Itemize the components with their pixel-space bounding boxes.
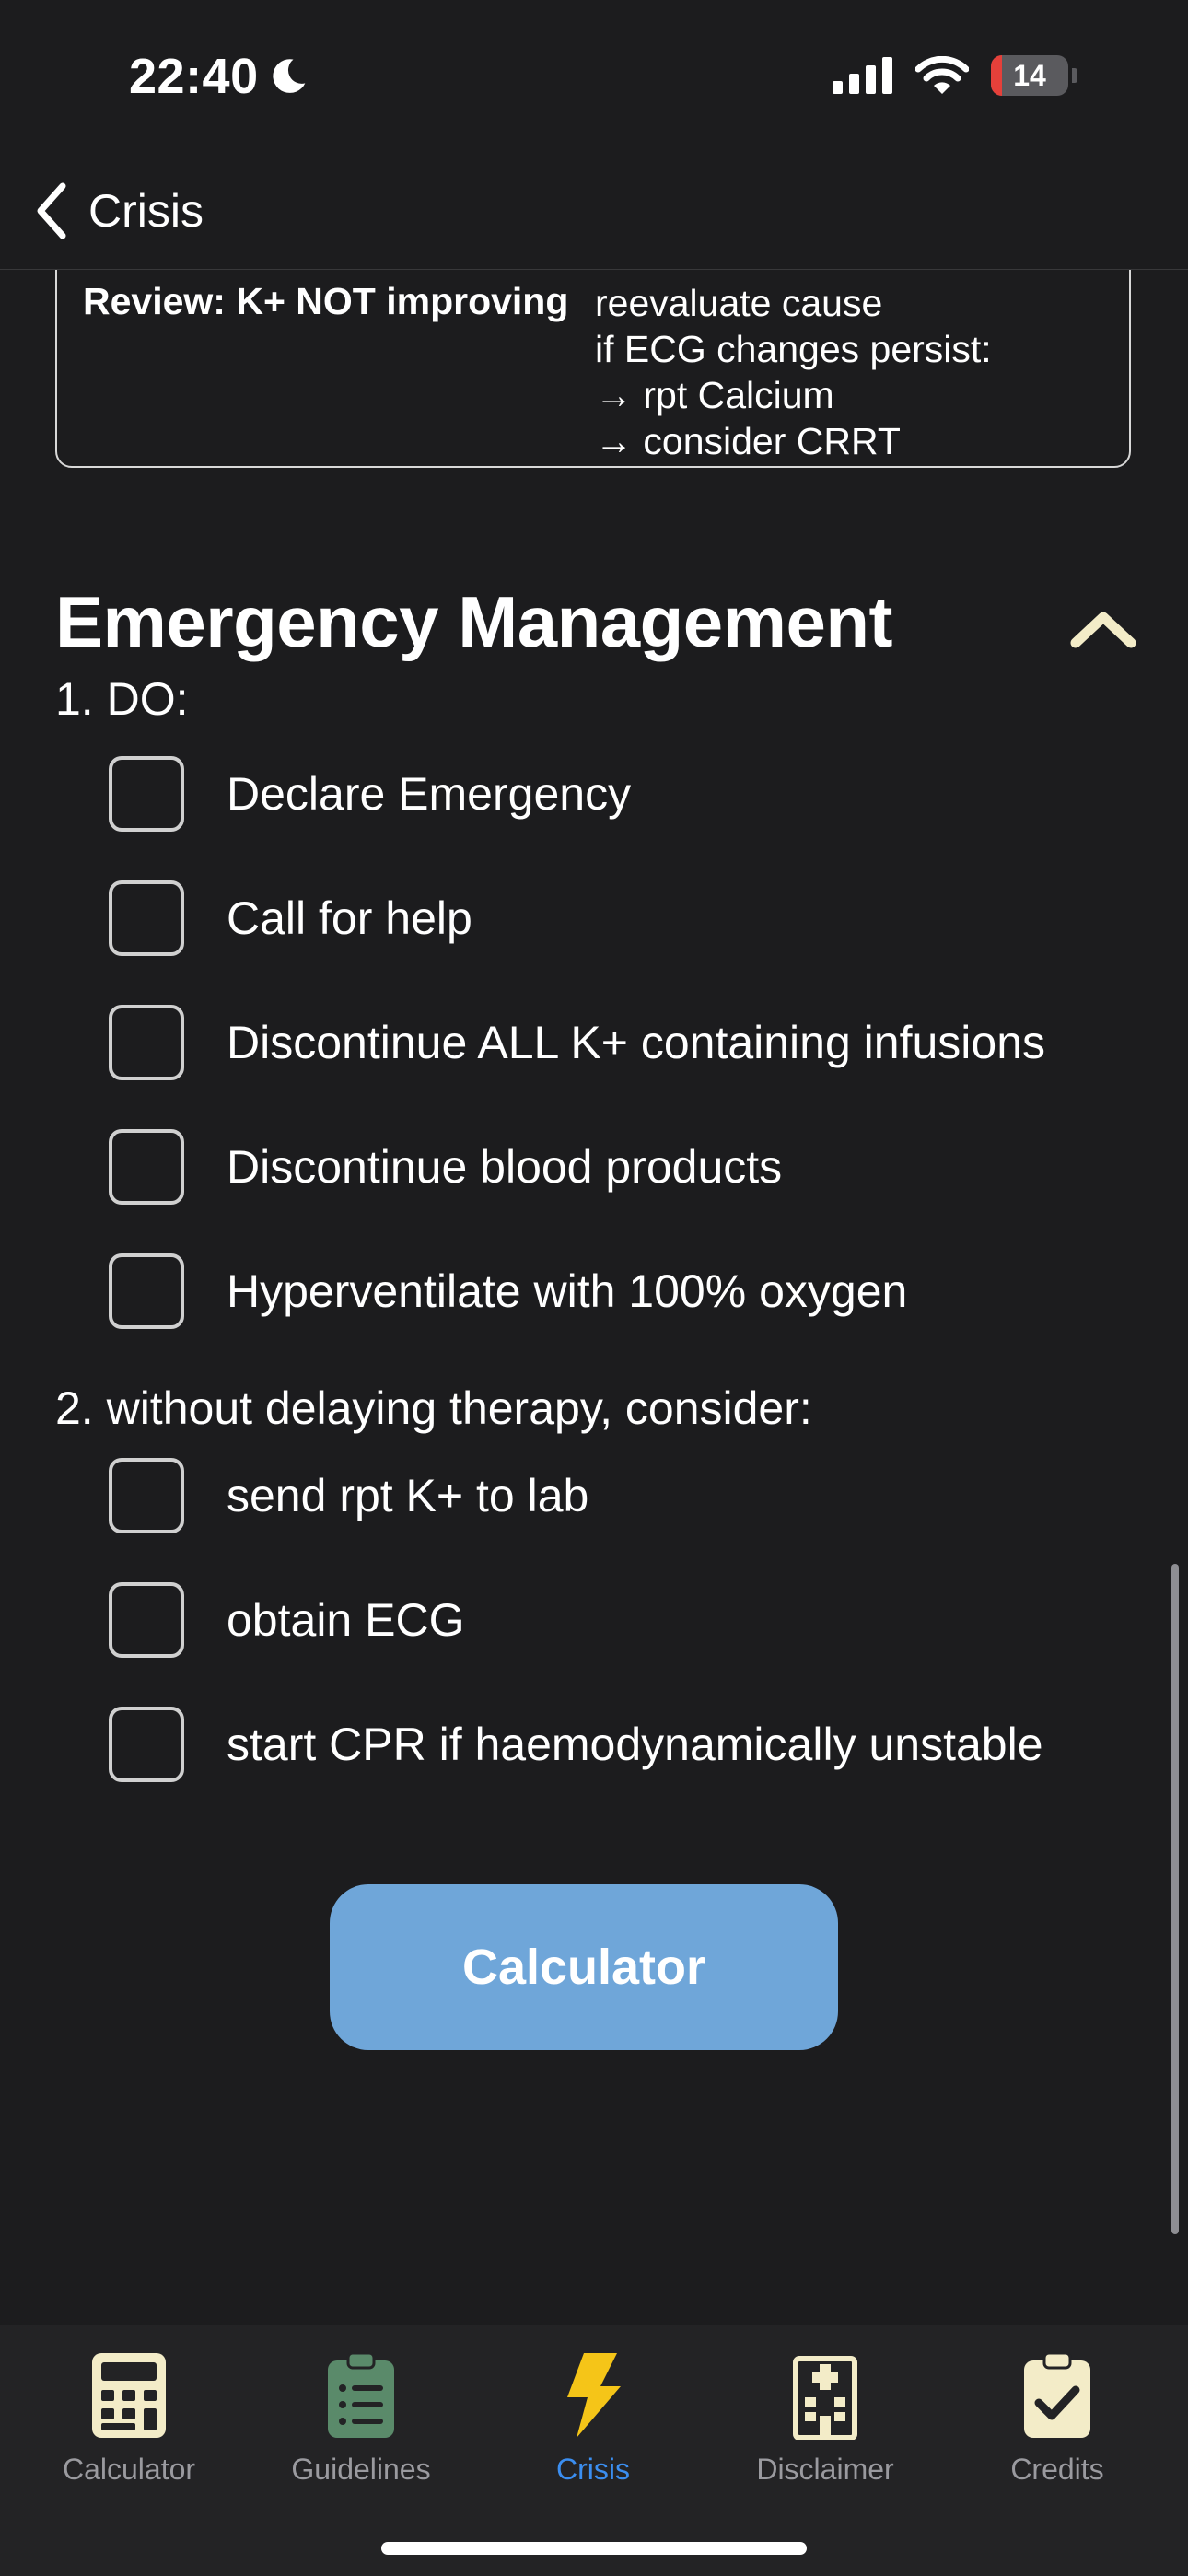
tab-label: Guidelines: [291, 2453, 431, 2486]
review-key: Review: K+ NOT improving: [83, 280, 569, 322]
tab-label: Disclaimer: [756, 2453, 894, 2486]
tab-disclaimer[interactable]: Disclaimer: [709, 2325, 941, 2510]
back-button-label: Crisis: [88, 185, 204, 237]
checklist-item-label: Hyperventilate with 100% oxygen: [227, 1265, 908, 1317]
collapse-button[interactable]: [1066, 600, 1140, 656]
clipboard-check-icon: [1013, 2351, 1101, 2440]
navigation-bar: Crisis: [0, 157, 1188, 270]
status-indicators: 14: [833, 55, 1077, 96]
tab-label: Calculator: [62, 2453, 196, 2486]
checkbox[interactable]: [109, 1707, 184, 1782]
tab-credits[interactable]: Credits: [941, 2325, 1173, 2510]
checkbox[interactable]: [109, 1458, 184, 1533]
tab-label: Crisis: [556, 2453, 630, 2486]
calculator-icon: [85, 2351, 173, 2440]
home-indicator[interactable]: [381, 2542, 807, 2555]
hospital-icon: [781, 2351, 869, 2440]
review-line: reevaluate cause: [595, 282, 883, 324]
checklist-item[interactable]: send rpt K+ to lab: [109, 1453, 588, 1538]
checklist-item[interactable]: obtain ECG: [109, 1578, 464, 1662]
tab-calculator[interactable]: Calculator: [13, 2325, 245, 2510]
checklist-item[interactable]: Declare Emergency: [109, 752, 631, 836]
review-box: Review: K+ NOT improving reevaluate caus…: [55, 269, 1131, 468]
checkbox[interactable]: [109, 1005, 184, 1080]
checklist-item[interactable]: Call for help: [109, 876, 472, 961]
moon-icon: [273, 59, 305, 93]
checklist-item-label: Declare Emergency: [227, 768, 632, 820]
status-bar: 22:40 14: [0, 0, 1188, 157]
review-line: → consider CRRT: [595, 420, 901, 462]
checklist-item-label: obtain ECG: [227, 1594, 465, 1646]
checklist-item[interactable]: Hyperventilate with 100% oxygen: [109, 1249, 907, 1334]
clipboard-list-icon: [317, 2351, 405, 2440]
chevron-left-icon: [37, 182, 66, 239]
checkbox[interactable]: [109, 1253, 184, 1329]
chevron-up-icon: [1070, 612, 1136, 648]
status-time-text: 22:40: [129, 49, 259, 104]
checkbox[interactable]: [109, 1582, 184, 1658]
group-label-consider: 2. without delaying therapy, consider:: [55, 1382, 812, 1434]
review-line: if ECG changes persist:: [595, 328, 992, 370]
cellular-signal-icon: [833, 57, 892, 94]
battery-tip: [1072, 68, 1077, 83]
checklist-item[interactable]: start CPR if haemodynamically unstable: [109, 1702, 1043, 1787]
checklist-item-label: send rpt K+ to lab: [227, 1470, 589, 1521]
scrollbar[interactable]: [1171, 1564, 1179, 2234]
content-scroll-area[interactable]: Review: K+ NOT improving reevaluate caus…: [0, 269, 1188, 2325]
checklist-item[interactable]: Discontinue ALL K+ containing infusions: [109, 1000, 1045, 1085]
back-button[interactable]: Crisis: [33, 179, 204, 243]
tab-guidelines[interactable]: Guidelines: [245, 2325, 477, 2510]
tab-bar: Calculator Guidelines Crisis Disclaimer …: [0, 2325, 1188, 2576]
status-time: 22:40: [129, 48, 309, 105]
checklist-item-label: Discontinue blood products: [227, 1141, 783, 1193]
checklist-item-label: start CPR if haemodynamically unstable: [227, 1719, 1043, 1770]
checklist-item-label: Discontinue ALL K+ containing infusions: [227, 1017, 1046, 1068]
battery-level-text: 14: [1013, 58, 1046, 92]
review-line: → rpt Calcium: [595, 374, 834, 416]
tab-label: Credits: [1010, 2453, 1104, 2486]
group-label-do: 1. DO:: [55, 673, 189, 725]
checklist-item[interactable]: Discontinue blood products: [109, 1125, 782, 1209]
tab-crisis[interactable]: Crisis: [477, 2325, 709, 2510]
battery-indicator: 14: [991, 55, 1068, 96]
lightning-bolt-icon: [549, 2351, 637, 2440]
section-title: Emergency Management: [55, 581, 892, 662]
checklist-item-label: Call for help: [227, 892, 472, 944]
checkbox[interactable]: [109, 880, 184, 956]
wifi-icon: [915, 56, 969, 94]
checkbox[interactable]: [109, 1129, 184, 1205]
checkbox[interactable]: [109, 756, 184, 832]
calculator-button[interactable]: Calculator: [330, 1884, 838, 2050]
review-lines: reevaluate cause if ECG changes persist:…: [595, 280, 992, 464]
